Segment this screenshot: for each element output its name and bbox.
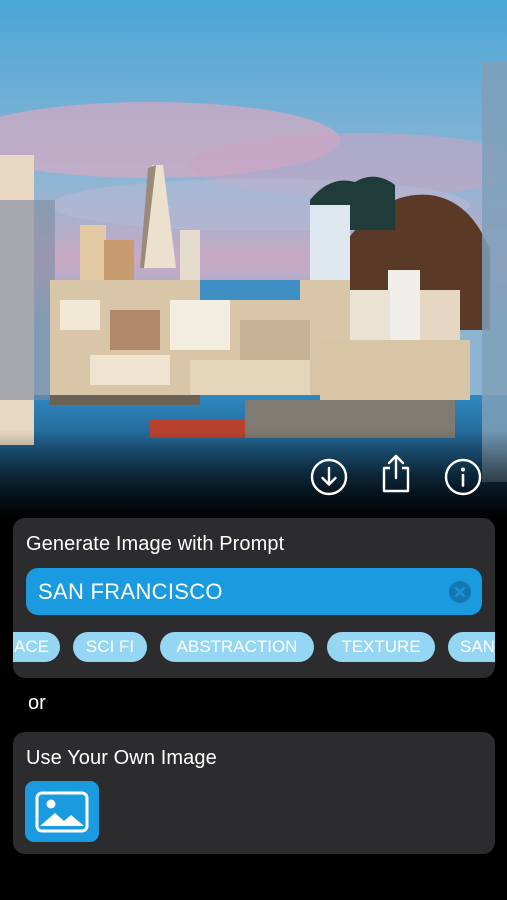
share-icon bbox=[382, 454, 410, 493]
chip-sci-fi[interactable]: SCI FI bbox=[73, 632, 147, 662]
share-button[interactable] bbox=[376, 453, 416, 493]
own-image-card-title: Use Your Own Image bbox=[26, 747, 217, 769]
app-screen: Generate Image with Prompt ACE SCI FI AB… bbox=[0, 0, 507, 900]
image-picker-button[interactable] bbox=[25, 781, 99, 842]
chip-abstraction[interactable]: ABSTRACTION bbox=[160, 632, 314, 662]
clear-circle-icon bbox=[455, 587, 465, 597]
info-circle-icon bbox=[444, 458, 482, 496]
image-action-bar bbox=[0, 454, 507, 501]
or-divider-label: or bbox=[28, 692, 46, 714]
generated-image bbox=[0, 0, 507, 520]
generated-image-art bbox=[0, 0, 507, 520]
download-circle-icon bbox=[310, 458, 348, 496]
own-image-card: Use Your Own Image bbox=[13, 732, 495, 854]
prompt-suggestion-chips: ACE SCI FI ABSTRACTION TEXTURE SAN bbox=[13, 632, 495, 662]
clear-prompt-button[interactable] bbox=[449, 581, 471, 603]
info-button[interactable] bbox=[443, 457, 483, 497]
chip-space[interactable]: ACE bbox=[13, 632, 60, 662]
download-button[interactable] bbox=[309, 457, 349, 497]
chip-san-francisco[interactable]: SAN bbox=[448, 632, 495, 662]
chip-texture[interactable]: TEXTURE bbox=[327, 632, 435, 662]
generate-card-title: Generate Image with Prompt bbox=[26, 533, 285, 555]
prompt-field[interactable] bbox=[26, 568, 482, 615]
photo-icon bbox=[35, 791, 89, 832]
generate-prompt-card: Generate Image with Prompt ACE SCI FI AB… bbox=[13, 518, 495, 678]
prompt-input[interactable] bbox=[38, 568, 438, 615]
